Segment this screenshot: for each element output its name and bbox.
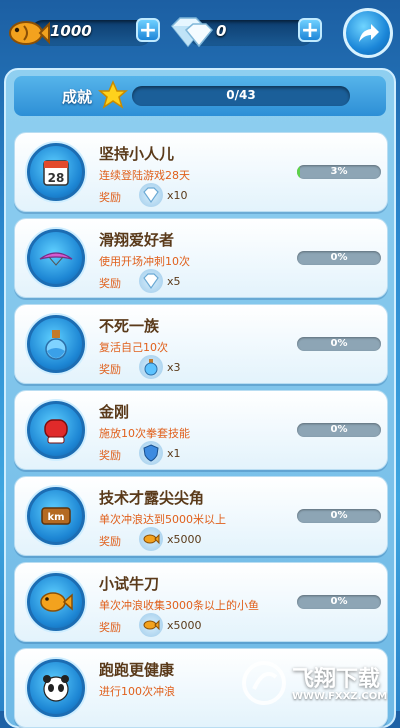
achievements-title: 成就 <box>62 88 93 106</box>
add-coins-label: + <box>138 18 158 43</box>
reward-qty: x5000 <box>167 619 202 632</box>
share-button[interactable] <box>343 8 393 58</box>
calendar-icon: 28 <box>43 160 69 186</box>
achievement-badge <box>27 659 85 717</box>
watermark: 飞翔下载 WWW.FXXZ.COM <box>240 655 400 711</box>
fish-icon <box>143 619 160 631</box>
achievement-desc: 复活自己10次 <box>99 341 168 354</box>
achievement-card: 小试牛刀 单次冲浪收集3000条以上的小鱼 奖励 x5000 0% <box>14 562 388 642</box>
panda-icon <box>43 675 69 702</box>
km-text: km <box>47 512 64 523</box>
progress-text: 0% <box>330 596 348 607</box>
achievement-badge: 28 <box>27 143 85 201</box>
achievement-desc: 单次冲浪达到5000米以上 <box>99 513 226 526</box>
achievement-title: 滑翔爱好者 <box>99 231 175 249</box>
achievement-desc: 进行100次冲浪 <box>99 685 175 698</box>
achievements-progress-bar: 0/43 <box>132 86 350 106</box>
achievement-progress-bar: 0% <box>297 595 381 609</box>
watermark-url: WWW.FXXZ.COM <box>292 691 388 702</box>
share-arrow-icon <box>359 24 379 42</box>
add-gems-label: + <box>300 18 320 43</box>
achievement-desc: 使用开场冲刺10次 <box>99 255 190 268</box>
achievement-badge <box>27 229 85 287</box>
reward-qty: x5 <box>167 275 181 288</box>
progress-text: 3% <box>330 166 348 177</box>
km-sign-icon: km <box>41 507 71 525</box>
gem-icon <box>143 187 159 204</box>
reward-label: 奖励 <box>99 621 121 634</box>
progress-text: 0% <box>330 510 348 521</box>
achievement-progress-bar: 0% <box>297 509 381 523</box>
potion-icon <box>144 359 158 376</box>
progress-text: 0% <box>330 338 348 349</box>
achievements-panel: 成就 0/43 28 坚持小人儿 连续登陆游戏28天 奖励 x10 3% 滑翔爱… <box>4 68 396 728</box>
reward-qty: x3 <box>167 361 181 374</box>
achievement-title: 小试牛刀 <box>99 575 160 593</box>
fish-icon <box>143 533 160 545</box>
achievement-progress-bar: 0% <box>297 337 381 351</box>
achievements-progress-text: 0/43 <box>226 88 256 102</box>
reward-label: 奖励 <box>99 449 121 462</box>
reward-qty: x1 <box>167 447 181 460</box>
reward-qty: x5000 <box>167 533 202 546</box>
reward-icon <box>139 613 163 637</box>
boxing-glove-icon <box>44 419 68 444</box>
reward-icon <box>139 269 163 293</box>
achievement-card: 滑翔爱好者 使用开场冲刺10次 奖励 x5 0% <box>14 218 388 298</box>
top-bar: 1000 + 0 + <box>0 0 400 66</box>
potion-icon <box>45 330 67 360</box>
achievements-header: 成就 0/43 <box>14 76 386 116</box>
achievement-desc: 施放10次拳套技能 <box>99 427 190 440</box>
achievement-title: 技术才露尖尖角 <box>99 489 205 507</box>
achievement-badge <box>27 315 85 373</box>
achievement-title: 跑跑更健康 <box>99 661 175 679</box>
achievement-desc: 单次冲浪收集3000条以上的小鱼 <box>99 599 259 612</box>
achievement-badge: km <box>27 487 85 545</box>
gem-value: 0 <box>216 22 227 40</box>
reward-icon <box>139 527 163 551</box>
star-icon <box>98 80 128 109</box>
watermark-logo-icon <box>242 661 286 705</box>
calendar-day-text: 28 <box>48 171 65 185</box>
fish-coin-icon <box>9 21 50 45</box>
reward-icon <box>139 355 163 379</box>
gem-icon <box>143 273 159 290</box>
achievement-card: 不死一族 复活自己10次 奖励 x3 0% <box>14 304 388 384</box>
add-gems-button[interactable]: + <box>298 18 322 42</box>
achievement-desc: 连续登陆游戏28天 <box>99 169 190 182</box>
reward-label: 奖励 <box>99 363 121 376</box>
achievement-progress-bar: 0% <box>297 251 381 265</box>
achievement-progress-bar: 3% <box>297 165 381 179</box>
glider-icon <box>39 252 73 266</box>
watermark-text: 飞翔下载 <box>292 667 381 692</box>
achievement-card: 金刚 施放10次拳套技能 奖励 x1 0% <box>14 390 388 470</box>
reward-label: 奖励 <box>99 277 121 290</box>
reward-icon <box>139 441 163 465</box>
achievement-card: 28 坚持小人儿 连续登陆游戏28天 奖励 x10 3% <box>14 132 388 212</box>
add-coins-button[interactable]: + <box>136 18 160 42</box>
diamond-icon <box>170 17 214 48</box>
achievement-badge <box>27 573 85 631</box>
reward-qty: x10 <box>167 189 188 202</box>
achievement-progress-bar: 0% <box>297 423 381 437</box>
achievement-title: 不死一族 <box>99 317 160 335</box>
achievement-title: 坚持小人儿 <box>99 145 175 163</box>
reward-icon <box>139 183 163 207</box>
achievement-badge <box>27 401 85 459</box>
progress-text: 0% <box>330 424 348 435</box>
achievement-title: 金刚 <box>99 403 130 421</box>
coin-value: 1000 <box>50 22 92 40</box>
shield-icon <box>143 444 159 462</box>
fish-icon <box>40 592 73 612</box>
achievement-card: km 技术才露尖尖角 单次冲浪达到5000米以上 奖励 x5000 0% <box>14 476 388 556</box>
reward-label: 奖励 <box>99 535 121 548</box>
reward-label: 奖励 <box>99 191 121 204</box>
progress-text: 0% <box>330 252 348 263</box>
